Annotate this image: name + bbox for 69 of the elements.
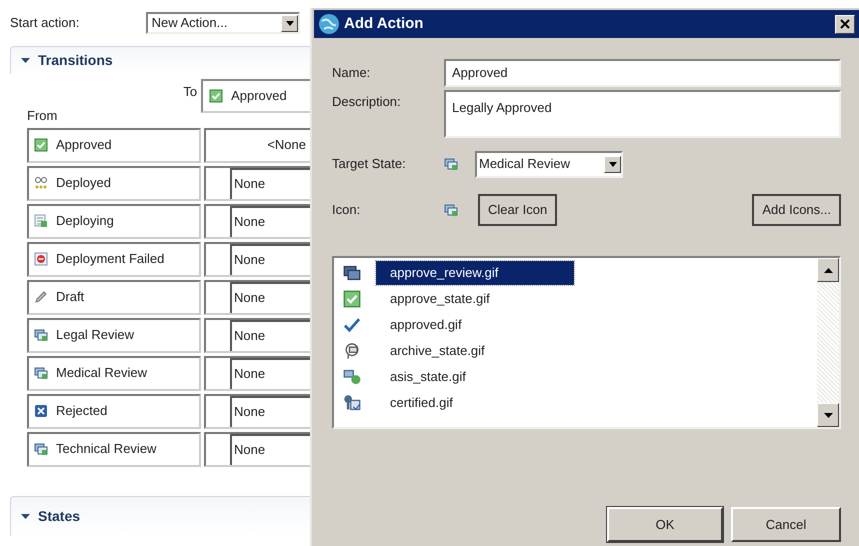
ok-button[interactable]: OK <box>607 507 723 542</box>
windows-icon <box>444 157 458 171</box>
section-header[interactable]: Transitions <box>10 46 310 74</box>
checkbox-icon <box>342 290 362 308</box>
scroll-down-icon[interactable] <box>817 403 839 427</box>
state-cell: Medical Review <box>27 356 201 390</box>
stop-icon <box>34 252 48 266</box>
target-state-dropdown[interactable]: Medical Review <box>475 150 623 178</box>
transition-dropdown[interactable]: None <box>230 168 310 198</box>
state-cell: Draft <box>27 280 201 314</box>
transition-dropdown[interactable]: None <box>230 434 310 464</box>
scrollbar[interactable] <box>817 258 839 427</box>
dialog-title: Add Action <box>344 14 424 34</box>
name-field[interactable]: Approved <box>444 59 841 87</box>
cancel-button[interactable]: Cancel <box>731 507 841 542</box>
start-action-label: Start action: <box>10 14 80 32</box>
section-title: Transitions <box>38 51 113 70</box>
icon-file-item[interactable]: asis_state.gif <box>376 365 542 389</box>
from-label: From <box>27 106 58 124</box>
windows-icon <box>342 264 362 282</box>
close-icon <box>840 19 850 29</box>
start-action-dropdown[interactable]: New Action... <box>146 12 300 34</box>
transition-dropdown[interactable]: None <box>230 282 310 312</box>
transition-dropdown[interactable]: None <box>230 206 310 236</box>
icon-file-item[interactable]: approve_review.gif <box>376 261 574 285</box>
target-state-label: Target State: <box>332 155 407 174</box>
description-field[interactable]: Legally Approved <box>444 90 841 138</box>
list-icon <box>34 214 48 228</box>
checkbox-icon <box>209 89 224 103</box>
transition-dropdown[interactable]: None <box>230 320 310 350</box>
state-cell: Legal Review <box>27 318 201 352</box>
state-cell: Deploying <box>27 204 201 238</box>
transition-dropdown[interactable]: None <box>230 396 310 426</box>
to-label: To <box>183 83 198 101</box>
description-label: Description: <box>332 93 402 111</box>
icon-file-item[interactable]: approved.gif <box>376 313 538 337</box>
windows-icon <box>444 203 458 217</box>
state-cell: Rejected <box>27 394 201 428</box>
to-state-header[interactable]: Approved <box>201 79 310 113</box>
close-button[interactable] <box>835 14 855 34</box>
name-label: Name: <box>332 64 372 82</box>
section-title: States <box>38 507 80 526</box>
clear-icon-button[interactable]: Clear Icon <box>478 194 558 226</box>
collapse-icon[interactable] <box>21 512 30 521</box>
collapse-icon[interactable] <box>21 56 30 65</box>
pencil-icon <box>34 290 48 304</box>
icon-label: Icon: <box>332 201 362 220</box>
scroll-up-icon[interactable] <box>817 258 839 282</box>
glasses-icon <box>34 176 48 190</box>
windows-icon <box>34 366 48 380</box>
add-icons-button[interactable]: Add Icons... <box>752 194 841 226</box>
section-header[interactable]: States <box>10 496 310 536</box>
checkbox-icon <box>34 138 48 152</box>
icon-file-item[interactable]: certified.gif <box>376 391 529 415</box>
state-cell: Technical Review <box>27 432 201 466</box>
windows-icon <box>34 328 48 342</box>
state-cell: Deployed <box>27 166 201 200</box>
ribbon-icon <box>342 394 362 412</box>
icon-file-item[interactable]: approve_state.gif <box>376 287 566 311</box>
state-cell: Deployment Failed <box>27 242 201 276</box>
x-icon <box>34 404 48 418</box>
transition-dropdown[interactable]: None <box>230 358 310 388</box>
windows-icon <box>34 442 48 456</box>
state-cell: Approved <box>27 128 201 162</box>
globe-icon <box>318 13 340 35</box>
window-dot-icon <box>342 368 362 386</box>
transition-dropdown[interactable]: None <box>230 244 310 274</box>
icon-file-item[interactable]: archive_state.gif <box>376 339 561 363</box>
checkmark-icon <box>342 316 362 334</box>
